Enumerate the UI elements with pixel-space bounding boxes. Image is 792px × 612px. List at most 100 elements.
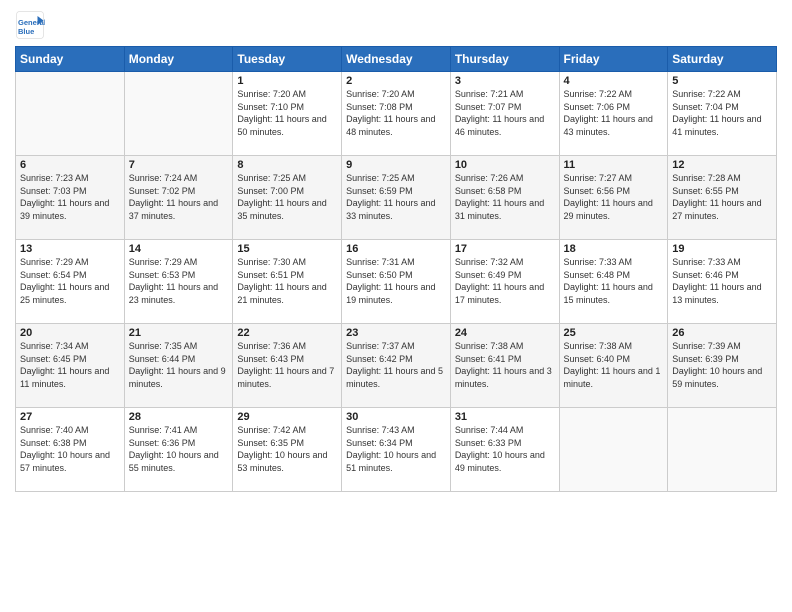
day-cell: 27Sunrise: 7:40 AMSunset: 6:38 PMDayligh… <box>16 408 125 492</box>
day-info: Sunrise: 7:30 AMSunset: 6:51 PMDaylight:… <box>237 256 337 306</box>
day-number: 1 <box>237 75 337 87</box>
day-number: 21 <box>129 327 229 339</box>
weekday-monday: Monday <box>124 47 233 72</box>
day-info: Sunrise: 7:40 AMSunset: 6:38 PMDaylight:… <box>20 424 120 474</box>
day-cell: 19Sunrise: 7:33 AMSunset: 6:46 PMDayligh… <box>668 240 777 324</box>
day-info: Sunrise: 7:26 AMSunset: 6:58 PMDaylight:… <box>455 172 555 222</box>
day-info: Sunrise: 7:29 AMSunset: 6:53 PMDaylight:… <box>129 256 229 306</box>
day-cell <box>559 408 668 492</box>
day-info: Sunrise: 7:44 AMSunset: 6:33 PMDaylight:… <box>455 424 555 474</box>
day-info: Sunrise: 7:23 AMSunset: 7:03 PMDaylight:… <box>20 172 120 222</box>
day-cell: 21Sunrise: 7:35 AMSunset: 6:44 PMDayligh… <box>124 324 233 408</box>
day-cell: 31Sunrise: 7:44 AMSunset: 6:33 PMDayligh… <box>450 408 559 492</box>
day-info: Sunrise: 7:22 AMSunset: 7:04 PMDaylight:… <box>672 88 772 138</box>
day-info: Sunrise: 7:20 AMSunset: 7:08 PMDaylight:… <box>346 88 446 138</box>
day-info: Sunrise: 7:33 AMSunset: 6:48 PMDaylight:… <box>564 256 664 306</box>
day-cell: 26Sunrise: 7:39 AMSunset: 6:39 PMDayligh… <box>668 324 777 408</box>
day-number: 13 <box>20 243 120 255</box>
day-cell <box>16 72 125 156</box>
day-number: 8 <box>237 159 337 171</box>
weekday-wednesday: Wednesday <box>342 47 451 72</box>
day-info: Sunrise: 7:39 AMSunset: 6:39 PMDaylight:… <box>672 340 772 390</box>
day-number: 2 <box>346 75 446 87</box>
day-cell: 15Sunrise: 7:30 AMSunset: 6:51 PMDayligh… <box>233 240 342 324</box>
day-number: 5 <box>672 75 772 87</box>
day-number: 11 <box>564 159 664 171</box>
day-cell: 8Sunrise: 7:25 AMSunset: 7:00 PMDaylight… <box>233 156 342 240</box>
logo-icon: General Blue <box>15 10 45 40</box>
day-cell: 7Sunrise: 7:24 AMSunset: 7:02 PMDaylight… <box>124 156 233 240</box>
day-number: 4 <box>564 75 664 87</box>
logo: General Blue <box>15 10 47 40</box>
day-number: 17 <box>455 243 555 255</box>
day-cell: 9Sunrise: 7:25 AMSunset: 6:59 PMDaylight… <box>342 156 451 240</box>
day-cell: 18Sunrise: 7:33 AMSunset: 6:48 PMDayligh… <box>559 240 668 324</box>
day-cell <box>668 408 777 492</box>
day-number: 6 <box>20 159 120 171</box>
day-cell: 5Sunrise: 7:22 AMSunset: 7:04 PMDaylight… <box>668 72 777 156</box>
day-info: Sunrise: 7:41 AMSunset: 6:36 PMDaylight:… <box>129 424 229 474</box>
day-number: 20 <box>20 327 120 339</box>
day-number: 18 <box>564 243 664 255</box>
day-number: 3 <box>455 75 555 87</box>
week-row-4: 20Sunrise: 7:34 AMSunset: 6:45 PMDayligh… <box>16 324 777 408</box>
day-info: Sunrise: 7:21 AMSunset: 7:07 PMDaylight:… <box>455 88 555 138</box>
day-cell: 24Sunrise: 7:38 AMSunset: 6:41 PMDayligh… <box>450 324 559 408</box>
day-cell: 3Sunrise: 7:21 AMSunset: 7:07 PMDaylight… <box>450 72 559 156</box>
day-number: 16 <box>346 243 446 255</box>
day-number: 12 <box>672 159 772 171</box>
day-cell: 17Sunrise: 7:32 AMSunset: 6:49 PMDayligh… <box>450 240 559 324</box>
day-number: 31 <box>455 411 555 423</box>
day-info: Sunrise: 7:25 AMSunset: 6:59 PMDaylight:… <box>346 172 446 222</box>
day-info: Sunrise: 7:34 AMSunset: 6:45 PMDaylight:… <box>20 340 120 390</box>
day-cell: 14Sunrise: 7:29 AMSunset: 6:53 PMDayligh… <box>124 240 233 324</box>
day-cell: 13Sunrise: 7:29 AMSunset: 6:54 PMDayligh… <box>16 240 125 324</box>
day-number: 30 <box>346 411 446 423</box>
week-row-2: 6Sunrise: 7:23 AMSunset: 7:03 PMDaylight… <box>16 156 777 240</box>
day-cell: 2Sunrise: 7:20 AMSunset: 7:08 PMDaylight… <box>342 72 451 156</box>
day-number: 10 <box>455 159 555 171</box>
day-cell: 29Sunrise: 7:42 AMSunset: 6:35 PMDayligh… <box>233 408 342 492</box>
weekday-friday: Friday <box>559 47 668 72</box>
weekday-header-row: SundayMondayTuesdayWednesdayThursdayFrid… <box>16 47 777 72</box>
day-info: Sunrise: 7:31 AMSunset: 6:50 PMDaylight:… <box>346 256 446 306</box>
day-number: 23 <box>346 327 446 339</box>
weekday-thursday: Thursday <box>450 47 559 72</box>
day-cell: 20Sunrise: 7:34 AMSunset: 6:45 PMDayligh… <box>16 324 125 408</box>
day-cell: 25Sunrise: 7:38 AMSunset: 6:40 PMDayligh… <box>559 324 668 408</box>
weekday-sunday: Sunday <box>16 47 125 72</box>
day-cell: 28Sunrise: 7:41 AMSunset: 6:36 PMDayligh… <box>124 408 233 492</box>
day-number: 15 <box>237 243 337 255</box>
day-number: 24 <box>455 327 555 339</box>
day-cell: 10Sunrise: 7:26 AMSunset: 6:58 PMDayligh… <box>450 156 559 240</box>
day-info: Sunrise: 7:43 AMSunset: 6:34 PMDaylight:… <box>346 424 446 474</box>
day-number: 25 <box>564 327 664 339</box>
calendar-table: SundayMondayTuesdayWednesdayThursdayFrid… <box>15 46 777 492</box>
day-number: 28 <box>129 411 229 423</box>
day-info: Sunrise: 7:33 AMSunset: 6:46 PMDaylight:… <box>672 256 772 306</box>
day-info: Sunrise: 7:38 AMSunset: 6:41 PMDaylight:… <box>455 340 555 390</box>
day-number: 19 <box>672 243 772 255</box>
day-cell: 22Sunrise: 7:36 AMSunset: 6:43 PMDayligh… <box>233 324 342 408</box>
day-cell <box>124 72 233 156</box>
week-row-5: 27Sunrise: 7:40 AMSunset: 6:38 PMDayligh… <box>16 408 777 492</box>
day-info: Sunrise: 7:32 AMSunset: 6:49 PMDaylight:… <box>455 256 555 306</box>
day-number: 7 <box>129 159 229 171</box>
day-cell: 23Sunrise: 7:37 AMSunset: 6:42 PMDayligh… <box>342 324 451 408</box>
day-info: Sunrise: 7:22 AMSunset: 7:06 PMDaylight:… <box>564 88 664 138</box>
day-number: 14 <box>129 243 229 255</box>
day-number: 29 <box>237 411 337 423</box>
day-number: 22 <box>237 327 337 339</box>
day-cell: 6Sunrise: 7:23 AMSunset: 7:03 PMDaylight… <box>16 156 125 240</box>
day-cell: 16Sunrise: 7:31 AMSunset: 6:50 PMDayligh… <box>342 240 451 324</box>
day-cell: 30Sunrise: 7:43 AMSunset: 6:34 PMDayligh… <box>342 408 451 492</box>
day-info: Sunrise: 7:42 AMSunset: 6:35 PMDaylight:… <box>237 424 337 474</box>
weekday-tuesday: Tuesday <box>233 47 342 72</box>
day-info: Sunrise: 7:36 AMSunset: 6:43 PMDaylight:… <box>237 340 337 390</box>
header: General Blue <box>15 10 777 40</box>
day-info: Sunrise: 7:35 AMSunset: 6:44 PMDaylight:… <box>129 340 229 390</box>
weekday-saturday: Saturday <box>668 47 777 72</box>
day-cell: 12Sunrise: 7:28 AMSunset: 6:55 PMDayligh… <box>668 156 777 240</box>
day-info: Sunrise: 7:20 AMSunset: 7:10 PMDaylight:… <box>237 88 337 138</box>
day-number: 27 <box>20 411 120 423</box>
